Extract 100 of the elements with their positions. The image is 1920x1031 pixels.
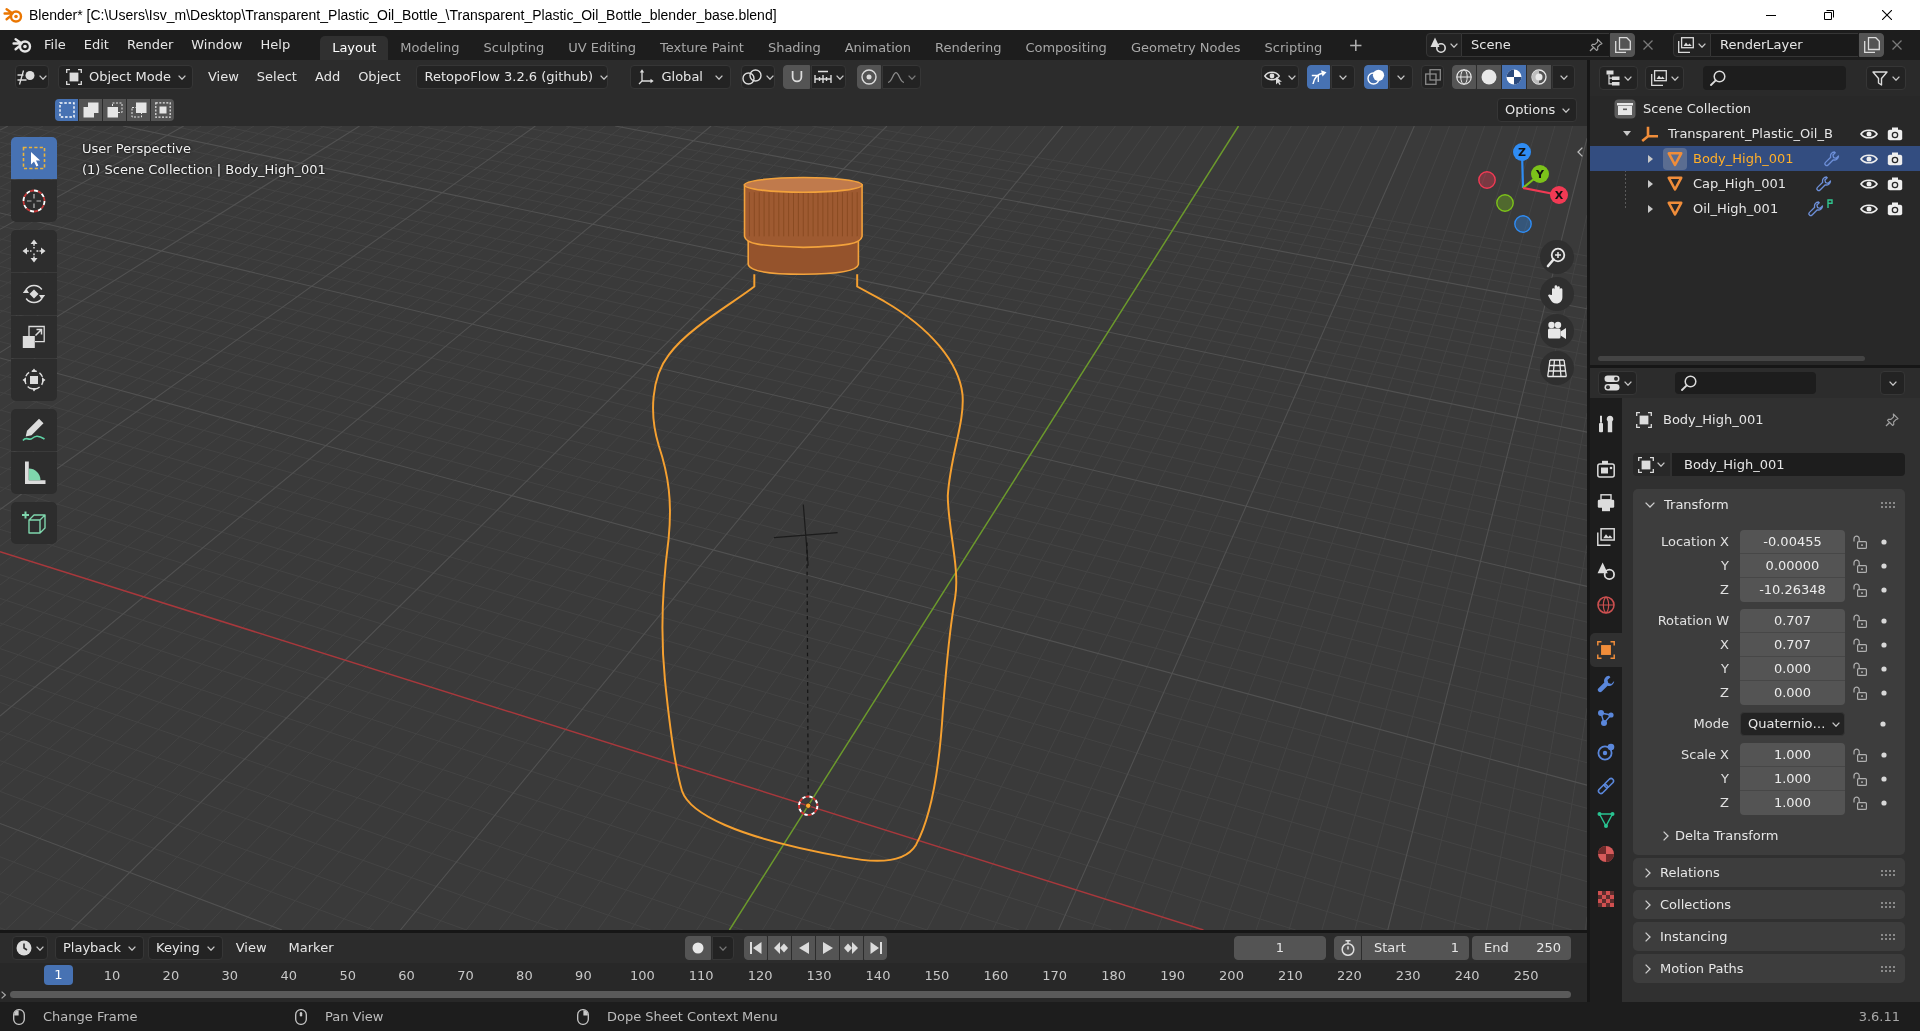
shading-mode-button[interactable] [1477, 65, 1501, 89]
preview-range-toggle[interactable] [1334, 936, 1361, 960]
number-field[interactable]: 1.000 [1740, 743, 1845, 767]
menu-item[interactable]: Add [305, 65, 350, 89]
pivot-dropdown[interactable] [741, 65, 776, 89]
current-frame-field[interactable]: 1 [1234, 936, 1326, 960]
options-dropdown[interactable] [1880, 371, 1905, 395]
unlocked-padlock-icon[interactable] [1853, 748, 1867, 762]
playback-button[interactable] [792, 936, 816, 960]
menu-item[interactable]: Help [251, 33, 300, 57]
chevron-right-icon[interactable] [1, 990, 6, 999]
add-cube-tool[interactable] [11, 502, 57, 544]
keyframe-dot-icon[interactable] [1881, 690, 1887, 696]
outliner-row[interactable]: Cap_High_001 [1590, 171, 1920, 196]
object-browse-button[interactable] [1633, 453, 1670, 476]
playhead-frame-marker[interactable]: 1 [44, 965, 73, 985]
keyframe-dot-icon[interactable] [1880, 721, 1886, 727]
view-axis-ball[interactable]: Z [1513, 143, 1531, 161]
movie-camera-icon[interactable] [1540, 314, 1574, 348]
menu-dropdown[interactable]: Playback [55, 936, 144, 960]
cursor-tool[interactable] [11, 180, 57, 222]
rotation-mode-dropdown[interactable]: Quaternio… [1740, 712, 1845, 736]
new-view-layer-button[interactable] [1859, 33, 1884, 57]
transform-tool[interactable] [11, 359, 57, 401]
unlocked-padlock-icon[interactable] [1853, 638, 1867, 652]
keyframe-dot-icon[interactable] [1881, 752, 1887, 758]
eye-icon[interactable] [1860, 127, 1878, 140]
selection-mode-button[interactable] [55, 99, 78, 121]
selection-mode-button[interactable] [103, 99, 126, 121]
disclosure-triangle-icon[interactable] [1648, 204, 1653, 213]
editor-type-button[interactable] [15, 65, 49, 89]
keyframe-dot-icon[interactable] [1881, 776, 1887, 782]
unlocked-padlock-icon[interactable] [1853, 686, 1867, 700]
camera-icon[interactable] [1887, 176, 1903, 191]
view-axis-ball[interactable]: Y [1531, 165, 1549, 183]
keyframe-dot-icon[interactable] [1881, 563, 1887, 569]
workspace-tab[interactable]: Shading [755, 36, 833, 60]
workspace-tab[interactable]: Texture Paint [648, 36, 756, 60]
chevron-left-icon[interactable] [1577, 147, 1583, 157]
menu-dropdown[interactable]: Keying [148, 936, 223, 960]
annotate-tool[interactable] [11, 409, 57, 451]
number-field[interactable]: 1.000 [1740, 767, 1845, 791]
workspace-tab[interactable]: Rendering [923, 36, 1014, 60]
keyframe-dot-icon[interactable] [1881, 800, 1887, 806]
subpanel-header[interactable]: Delta Transform [1633, 822, 1779, 850]
menu-item[interactable]: File [35, 33, 75, 57]
eye-icon[interactable] [1860, 177, 1878, 190]
selection-mode-button[interactable] [151, 99, 174, 121]
add-workspace-button[interactable]: + [1340, 33, 1372, 57]
unlocked-padlock-icon[interactable] [1853, 583, 1867, 597]
addon-menu-dropdown[interactable]: RetopoFlow 3.2.6 (github) [416, 65, 609, 89]
display-mode-dropdown[interactable] [1645, 66, 1684, 90]
number-field[interactable]: 0.000 [1740, 681, 1845, 705]
workspace-tab[interactable]: Animation [832, 36, 923, 60]
menu-item[interactable]: Object [349, 65, 410, 89]
panel-header[interactable]: Instancing [1633, 922, 1905, 951]
number-field[interactable]: 0.000 [1740, 657, 1845, 681]
start-frame-field[interactable]: Start 1 [1362, 936, 1469, 960]
camera-icon[interactable] [1887, 151, 1903, 166]
close-icon[interactable] [1643, 40, 1653, 50]
editor-type-button[interactable] [12, 936, 48, 960]
negative-axis-ball[interactable] [1478, 171, 1496, 189]
view-axis-ball[interactable]: X [1550, 186, 1568, 204]
pin-icon[interactable] [1885, 413, 1899, 427]
visibility-dropdown[interactable] [1261, 65, 1299, 89]
unlocked-padlock-icon[interactable] [1853, 662, 1867, 676]
number-field[interactable]: 0.707 [1740, 633, 1845, 657]
number-field[interactable]: 1.000 [1740, 791, 1845, 815]
keyframe-dot-icon[interactable] [1881, 618, 1887, 624]
number-field[interactable]: -10.26348 [1740, 578, 1845, 602]
camera-icon[interactable] [1887, 201, 1903, 216]
eye-icon[interactable] [1860, 152, 1878, 165]
keyframe-dot-icon[interactable] [1881, 642, 1887, 648]
end-frame-field[interactable]: End 250 [1472, 936, 1571, 960]
playback-button[interactable] [864, 936, 888, 960]
menu-item[interactable]: Edit [74, 33, 118, 57]
shading-mode-button[interactable] [1527, 65, 1551, 89]
view-layer-name-field[interactable]: RenderLayer [1711, 33, 1858, 57]
menu-item[interactable]: View [226, 936, 276, 960]
outliner-row[interactable]: Scene Collection [1590, 96, 1920, 121]
editor-type-button[interactable] [1599, 66, 1638, 90]
grid-icon[interactable] [1540, 351, 1574, 385]
playback-button[interactable] [840, 936, 864, 960]
outliner-row[interactable]: Transparent_Plastic_Oil_B [1590, 121, 1920, 146]
keyframe-dot-icon[interactable] [1881, 666, 1887, 672]
horizontal-scrollbar[interactable] [1598, 356, 1865, 361]
disclosure-triangle-icon[interactable] [1648, 154, 1653, 163]
disclosure-triangle-icon[interactable] [1648, 179, 1653, 188]
gizmo-dropdown[interactable] [1331, 65, 1355, 89]
scale-tool[interactable] [11, 316, 57, 358]
panel-header[interactable]: Relations [1633, 858, 1905, 887]
filter-dropdown[interactable] [1866, 66, 1906, 90]
overlay-toggle[interactable] [1364, 65, 1388, 89]
menu-item[interactable]: Render [117, 33, 183, 57]
playback-button[interactable] [768, 936, 792, 960]
number-field[interactable]: -0.00455 [1740, 530, 1845, 554]
gizmo-toggle[interactable] [1307, 65, 1330, 89]
menu-item[interactable]: Window [182, 33, 252, 57]
bottle-cap[interactable] [743, 176, 863, 276]
number-field[interactable]: 0.00000 [1740, 554, 1845, 578]
